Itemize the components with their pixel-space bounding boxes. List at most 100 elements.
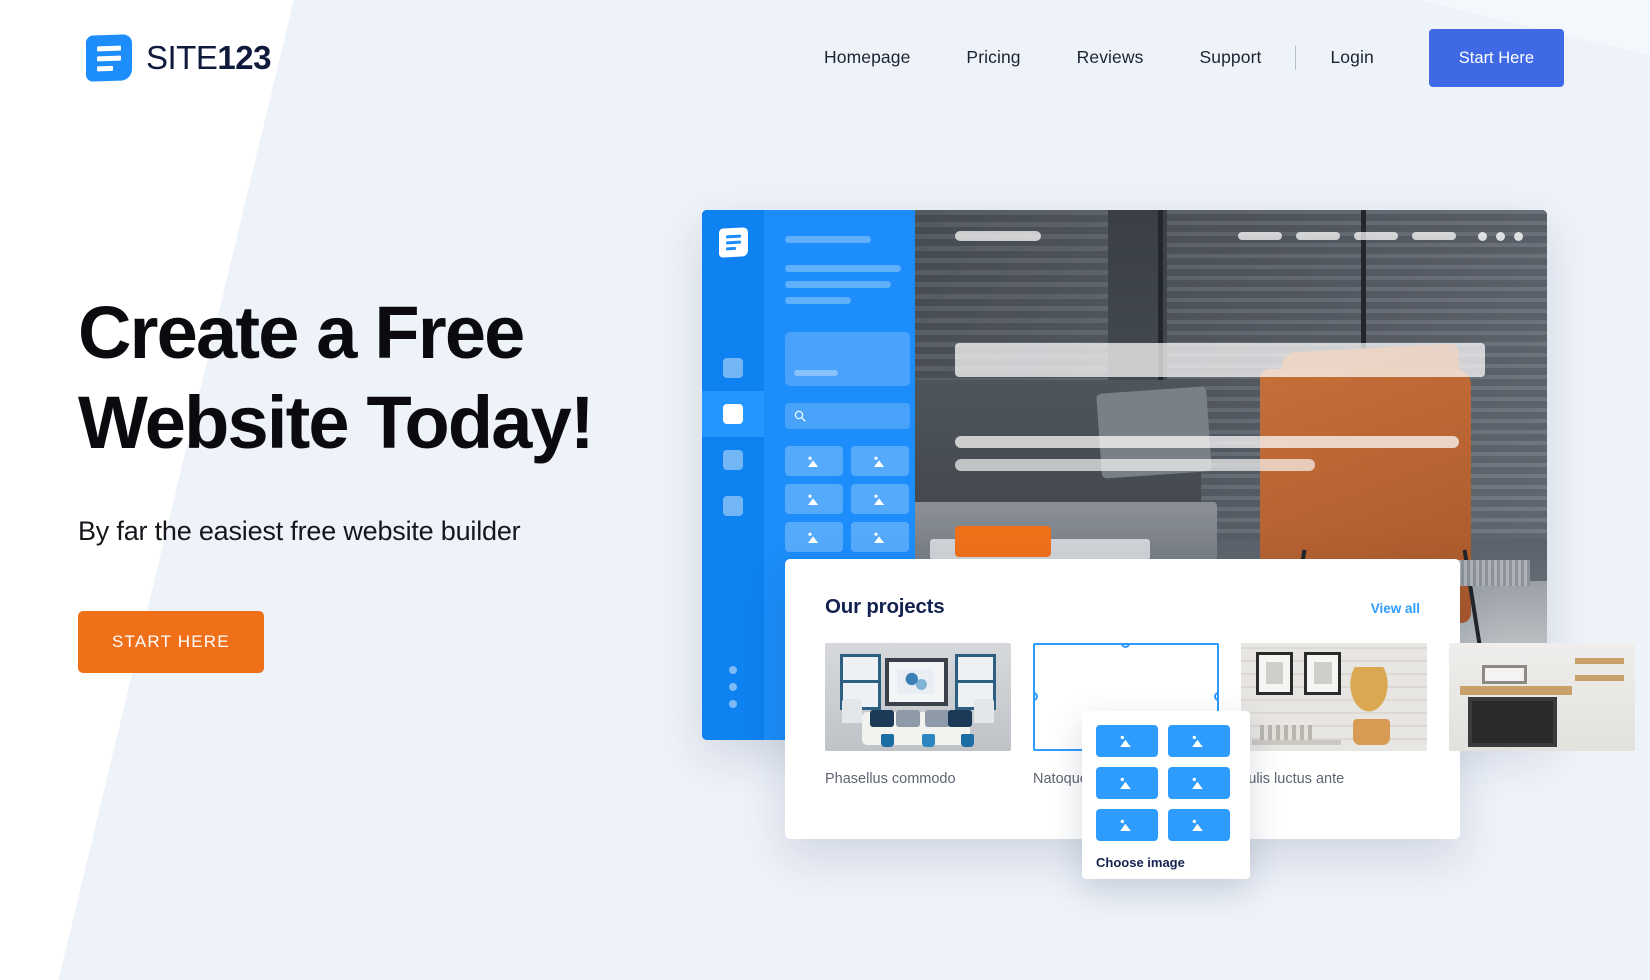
choose-image-popup: Choose image <box>1082 711 1250 879</box>
image-placeholder-icon <box>873 532 884 543</box>
image-placeholder-icon <box>1192 777 1203 789</box>
thumb-vase-1 <box>880 733 894 747</box>
site-header: SITE123 Homepage Pricing Reviews Support… <box>0 0 1650 115</box>
editor-panel-card[interactable] <box>785 332 910 386</box>
preview-menu-item-4[interactable] <box>1412 232 1456 240</box>
image-placeholder-icon <box>1192 735 1203 747</box>
editor-image-tile-2[interactable] <box>851 446 909 476</box>
site123-logo-icon <box>86 33 132 82</box>
choose-image-tile-4[interactable] <box>1168 767 1230 799</box>
editor-image-tile-5[interactable] <box>785 522 843 552</box>
nav-item-homepage[interactable]: Homepage <box>796 47 938 68</box>
choose-image-grid <box>1096 725 1236 841</box>
thumb-shelf <box>1252 740 1342 745</box>
preview-cta-button[interactable] <box>955 526 1051 557</box>
view-all-link[interactable]: View all <box>1371 601 1420 616</box>
editor-image-tile-1[interactable] <box>785 446 843 476</box>
editor-panel-card-label-placeholder <box>794 370 838 376</box>
headline-line-2: Website Today! <box>78 381 595 464</box>
thumb-fireplace <box>1467 697 1557 747</box>
preview-dot-3 <box>1514 231 1523 241</box>
editor-panel-text-placeholder-1 <box>785 265 901 272</box>
thumb-picture <box>1482 664 1528 685</box>
editor-image-tile-6[interactable] <box>851 522 909 552</box>
resize-handle-middle-right[interactable] <box>1214 692 1217 701</box>
nav-item-support[interactable]: Support <box>1171 47 1289 68</box>
thumb-lamp-right <box>973 699 995 723</box>
image-placeholder-icon <box>807 456 818 467</box>
editor-image-tile-3[interactable] <box>785 484 843 514</box>
image-placeholder-icon <box>873 494 884 505</box>
project-thumbnail-fireplace[interactable] <box>1449 643 1635 751</box>
preview-window-dots <box>1478 231 1523 241</box>
preview-menu-item-1[interactable] <box>1238 232 1282 240</box>
choose-image-tile-6[interactable] <box>1168 809 1230 841</box>
hero-subheadline: By far the easiest free website builder <box>78 516 521 546</box>
site123-logo-icon <box>718 227 748 258</box>
project-item-4[interactable] <box>1449 643 1635 787</box>
preview-brand-placeholder <box>955 231 1041 241</box>
thumb-pampas-grass <box>1341 666 1398 726</box>
editor-rail-dot-1 <box>729 666 737 674</box>
projects-header: Our projects View all <box>825 595 1420 619</box>
thumb-vase-3 <box>960 733 974 747</box>
thumb-pillow-4 <box>947 709 972 728</box>
thumb-pillow-1 <box>869 709 894 728</box>
start-here-button-header[interactable]: Start Here <box>1428 28 1564 87</box>
editor-rail-dot-2 <box>729 683 737 691</box>
thumb-jug <box>1352 718 1390 745</box>
brand-name-bold: 123 <box>217 38 271 76</box>
start-here-button-hero[interactable]: START HERE <box>78 611 264 673</box>
nav-item-login[interactable]: Login <box>1302 47 1401 68</box>
thumb-lamp-left <box>841 699 863 723</box>
project-item-1[interactable]: Phasellus commodo <box>825 643 1011 787</box>
resize-handle-middle-left[interactable] <box>1035 692 1038 701</box>
choose-image-tile-3[interactable] <box>1096 767 1158 799</box>
thumb-vase-2 <box>921 733 935 747</box>
preview-dot-1 <box>1478 231 1487 241</box>
thumb-wall-shelf-2 <box>1575 675 1624 681</box>
editor-search-input[interactable] <box>785 403 910 429</box>
thumb-wall-shelf-1 <box>1575 658 1624 664</box>
editor-panel-title-placeholder <box>785 236 871 243</box>
thumb-mantel <box>1460 686 1572 695</box>
project-caption-3: culis luctus ante <box>1241 771 1345 787</box>
thumb-frame-2 <box>1304 651 1342 695</box>
choose-image-tile-2[interactable] <box>1168 725 1230 757</box>
project-item-3[interactable]: culis luctus ante <box>1241 643 1427 787</box>
choose-image-tile-1[interactable] <box>1096 725 1158 757</box>
thumb-frame-1 <box>1255 651 1294 695</box>
brand-name: SITE123 <box>146 39 271 77</box>
page-title: Create a Free Website Today! <box>78 296 718 460</box>
preview-menu-placeholders <box>1238 232 1456 240</box>
image-placeholder-icon <box>1120 777 1131 789</box>
search-icon <box>794 410 806 422</box>
preview-subtext-placeholder-1 <box>955 436 1459 448</box>
preview-menu-item-2[interactable] <box>1296 232 1340 240</box>
brand-logo[interactable]: SITE123 <box>86 33 271 82</box>
resize-handle-top-center[interactable] <box>1121 645 1130 648</box>
project-thumbnail-living-room[interactable] <box>825 643 1011 751</box>
main-navigation: Homepage Pricing Reviews Support Login S… <box>796 28 1564 87</box>
preview-menu-item-3[interactable] <box>1354 232 1398 240</box>
nav-item-reviews[interactable]: Reviews <box>1049 47 1172 68</box>
editor-image-tile-4[interactable] <box>851 484 909 514</box>
headline-line-1: Create a Free <box>78 291 525 374</box>
image-placeholder-icon <box>1120 819 1131 831</box>
image-placeholder-icon <box>1192 819 1203 831</box>
nav-separator <box>1295 45 1297 70</box>
choose-image-label: Choose image <box>1096 855 1185 870</box>
nav-item-pricing[interactable]: Pricing <box>938 47 1048 68</box>
hero-section: Create a Free Website Today! By far the … <box>78 296 718 673</box>
preview-dot-2 <box>1496 231 1505 241</box>
choose-image-tile-5[interactable] <box>1096 809 1158 841</box>
preview-hero-block <box>955 343 1485 557</box>
preview-headline-placeholder <box>955 343 1485 377</box>
project-caption-1: Phasellus commodo <box>825 771 956 787</box>
editor-rail-dot-3 <box>729 700 737 708</box>
projects-title: Our projects <box>825 595 945 618</box>
project-thumbnail-brick-wall[interactable] <box>1241 643 1427 751</box>
thumb-books <box>1259 725 1312 741</box>
image-placeholder-icon <box>807 494 818 505</box>
editor-panel-text-placeholder-2 <box>785 281 891 288</box>
